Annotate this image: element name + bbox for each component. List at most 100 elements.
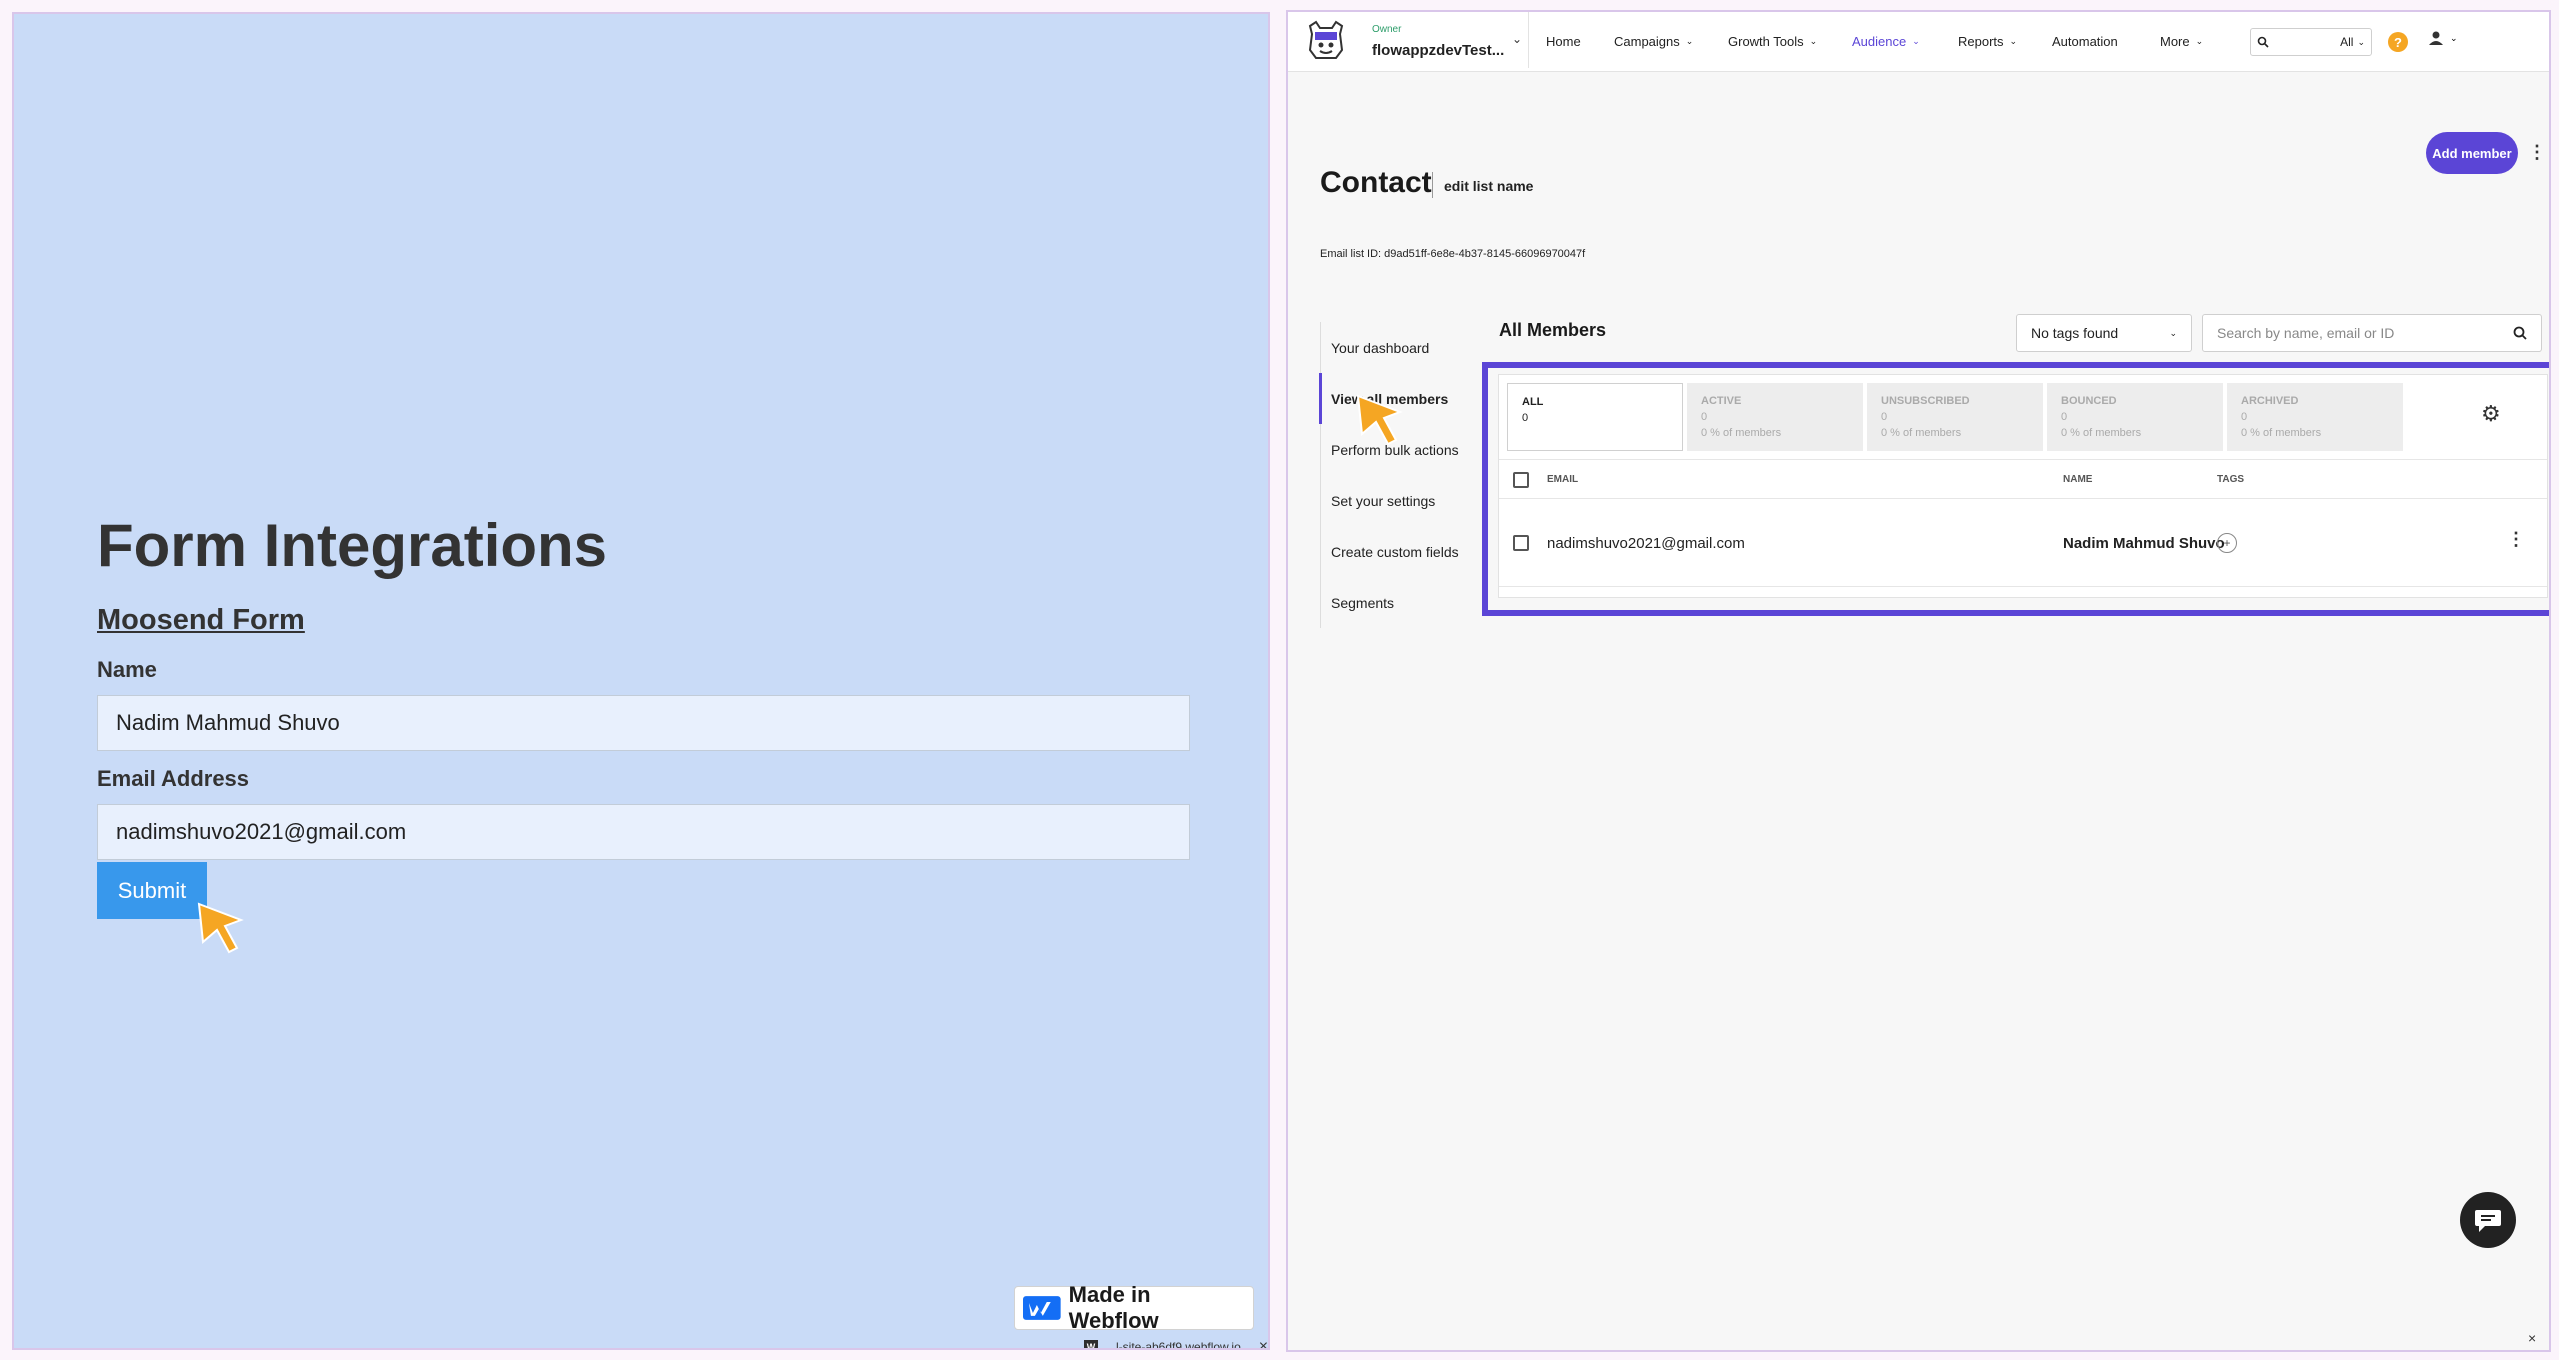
- tab-count: 0: [2061, 411, 2068, 423]
- close-icon[interactable]: ×: [2528, 1330, 2536, 1346]
- add-tag-button[interactable]: +: [2217, 533, 2237, 553]
- chevron-down-icon[interactable]: ⌄: [1512, 32, 1522, 46]
- search-scope-select[interactable]: All ⌄: [2340, 35, 2365, 49]
- webflow-form-page: Form Integrations Moosend Form Name Emai…: [12, 12, 1270, 1350]
- chevron-down-icon: ⌄: [1809, 36, 1818, 46]
- tab-bounced[interactable]: BOUNCED 0 0 % of members: [2047, 383, 2223, 451]
- gear-icon[interactable]: ⚙: [2481, 401, 2501, 427]
- user-icon: [2429, 31, 2443, 45]
- user-menu[interactable]: ⌄: [2428, 30, 2458, 46]
- search-icon: [2257, 36, 2269, 48]
- divider: [1432, 172, 1433, 198]
- made-in-webflow-badge[interactable]: Made in Webflow: [1014, 1282, 1254, 1333]
- side-nav-settings[interactable]: Set your settings: [1321, 475, 1480, 526]
- tags-filter-select[interactable]: No tags found ⌄: [2016, 314, 2192, 352]
- tab-unsubscribed[interactable]: UNSUBSCRIBED 0 0 % of members: [1867, 383, 2043, 451]
- column-tags: TAGS: [2217, 474, 2245, 485]
- nav-label: Growth Tools: [1728, 34, 1804, 49]
- table-header: EMAIL NAME TAGS: [1499, 459, 2547, 499]
- chevron-down-icon: ⌄: [2450, 32, 2458, 43]
- tab-label: ACTIVE: [1701, 395, 1742, 407]
- cursor-pointer-icon: [1356, 394, 1403, 446]
- nav-label: Audience: [1852, 34, 1907, 49]
- tab-archived[interactable]: ARCHIVED 0 0 % of members: [2227, 383, 2403, 451]
- tab-percent: 0 % of members: [2241, 427, 2322, 439]
- chevron-down-icon: ⌄: [2169, 327, 2177, 338]
- webflow-favicon-icon: W: [1084, 1340, 1098, 1348]
- global-search[interactable]: All ⌄: [2250, 28, 2372, 56]
- status-tabs: ALL 0 ACTIVE 0 0 % of members UNSUBSCRIB…: [1507, 383, 2403, 451]
- chat-button[interactable]: [2460, 1192, 2516, 1248]
- email-list-id: Email list ID: d9ad51ff-6e8e-4b37-8145-6…: [1320, 248, 1586, 260]
- side-nav-dashboard[interactable]: Your dashboard: [1321, 322, 1480, 373]
- tab-count: 0: [2241, 411, 2248, 423]
- row-email[interactable]: nadimshuvo2021@gmail.com: [1547, 535, 1745, 552]
- members-table: ALL 0 ACTIVE 0 0 % of members UNSUBSCRIB…: [1498, 374, 2548, 598]
- nav-label: Campaigns: [1614, 34, 1680, 49]
- nav-label: Automation: [2052, 34, 2118, 49]
- nav-campaigns[interactable]: Campaigns ⌄: [1614, 34, 1693, 49]
- tab-percent: 0 % of members: [1701, 427, 1782, 439]
- divider: [1528, 12, 1529, 68]
- chevron-down-icon: ⌄: [2009, 36, 2018, 46]
- row-options-icon[interactable]: ⋮: [2507, 529, 2525, 550]
- tab-close-icon[interactable]: ×: [1259, 1338, 1268, 1348]
- page-title: Form Integrations: [97, 512, 608, 579]
- tab-count: 0: [1701, 411, 1708, 423]
- member-search[interactable]: [2202, 314, 2542, 352]
- tab-count: 0: [1522, 412, 1529, 424]
- email-label: Email Address: [97, 766, 250, 791]
- name-label: Name: [97, 657, 157, 682]
- nav-automation[interactable]: Automation: [2052, 34, 2118, 49]
- form-subtitle: Moosend Form: [97, 604, 305, 636]
- tab-count: 0: [1881, 411, 1888, 423]
- more-options-icon[interactable]: ⋮: [2528, 142, 2546, 163]
- site-tab[interactable]: W ...l-site-ab6df9.webflow.io ×: [1084, 1334, 1268, 1350]
- chevron-down-icon: ⌄: [2357, 36, 2365, 47]
- nav-audience[interactable]: Audience ⌄: [1852, 34, 1920, 49]
- members-side-nav: Your dashboard View all members Perform …: [1319, 322, 1480, 628]
- add-member-button[interactable]: Add member: [2426, 132, 2518, 174]
- select-all-checkbox[interactable]: [1513, 472, 1529, 488]
- chevron-down-icon: ⌄: [2195, 36, 2204, 46]
- member-search-input[interactable]: [2217, 325, 2513, 341]
- chevron-down-icon: ⌄: [1685, 36, 1694, 46]
- side-nav-segments[interactable]: Segments: [1321, 577, 1480, 628]
- side-nav-custom-fields[interactable]: Create custom fields: [1321, 526, 1480, 577]
- help-icon[interactable]: ?: [2388, 32, 2408, 52]
- tab-label: BOUNCED: [2061, 395, 2117, 407]
- chevron-down-icon: ⌄: [1912, 36, 1920, 46]
- column-name[interactable]: NAME: [2063, 474, 2092, 485]
- cursor-pointer-icon: [197, 902, 244, 954]
- tab-label: ALL: [1522, 396, 1544, 408]
- owner-label: Owner: [1372, 24, 1402, 35]
- list-title: Contact: [1320, 166, 1432, 199]
- submit-button[interactable]: Submit: [97, 862, 207, 919]
- tab-all[interactable]: ALL 0: [1507, 383, 1683, 451]
- search-scope-value: All: [2340, 35, 2354, 49]
- tab-label: ARCHIVED: [2241, 395, 2299, 407]
- nav-home[interactable]: Home: [1546, 34, 1581, 49]
- top-navigation-bar: Owner flowappzdevTest... ⌄ Home Campaign…: [1288, 12, 2549, 72]
- nav-label: More: [2160, 34, 2190, 49]
- webflow-logo-icon: [1023, 1296, 1061, 1320]
- row-checkbox[interactable]: [1513, 535, 1529, 551]
- email-input[interactable]: [97, 804, 1190, 860]
- edit-list-name-link[interactable]: edit list name: [1444, 178, 1533, 194]
- nav-growth-tools[interactable]: Growth Tools ⌄: [1728, 34, 1817, 49]
- nav-more[interactable]: More ⌄: [2160, 34, 2203, 49]
- tab-active[interactable]: ACTIVE 0 0 % of members: [1687, 383, 1863, 451]
- account-name[interactable]: flowappzdevTest...: [1372, 42, 1504, 59]
- tab-url: ...l-site-ab6df9.webflow.io: [1106, 1340, 1241, 1350]
- search-icon[interactable]: [2513, 326, 2527, 340]
- moosend-logo-icon[interactable]: [1306, 20, 1346, 62]
- nav-reports[interactable]: Reports ⌄: [1958, 34, 2017, 49]
- column-email[interactable]: EMAIL: [1547, 474, 1578, 485]
- chat-icon: [2475, 1210, 2501, 1232]
- badge-text: Made in Webflow: [1068, 1282, 1159, 1333]
- name-input[interactable]: [97, 695, 1190, 751]
- row-name: Nadim Mahmud Shuvo: [2063, 535, 2225, 552]
- tags-select-value: No tags found: [2031, 325, 2119, 341]
- nav-label: Home: [1546, 34, 1581, 49]
- table-row[interactable]: nadimshuvo2021@gmail.com Nadim Mahmud Sh…: [1499, 499, 2547, 587]
